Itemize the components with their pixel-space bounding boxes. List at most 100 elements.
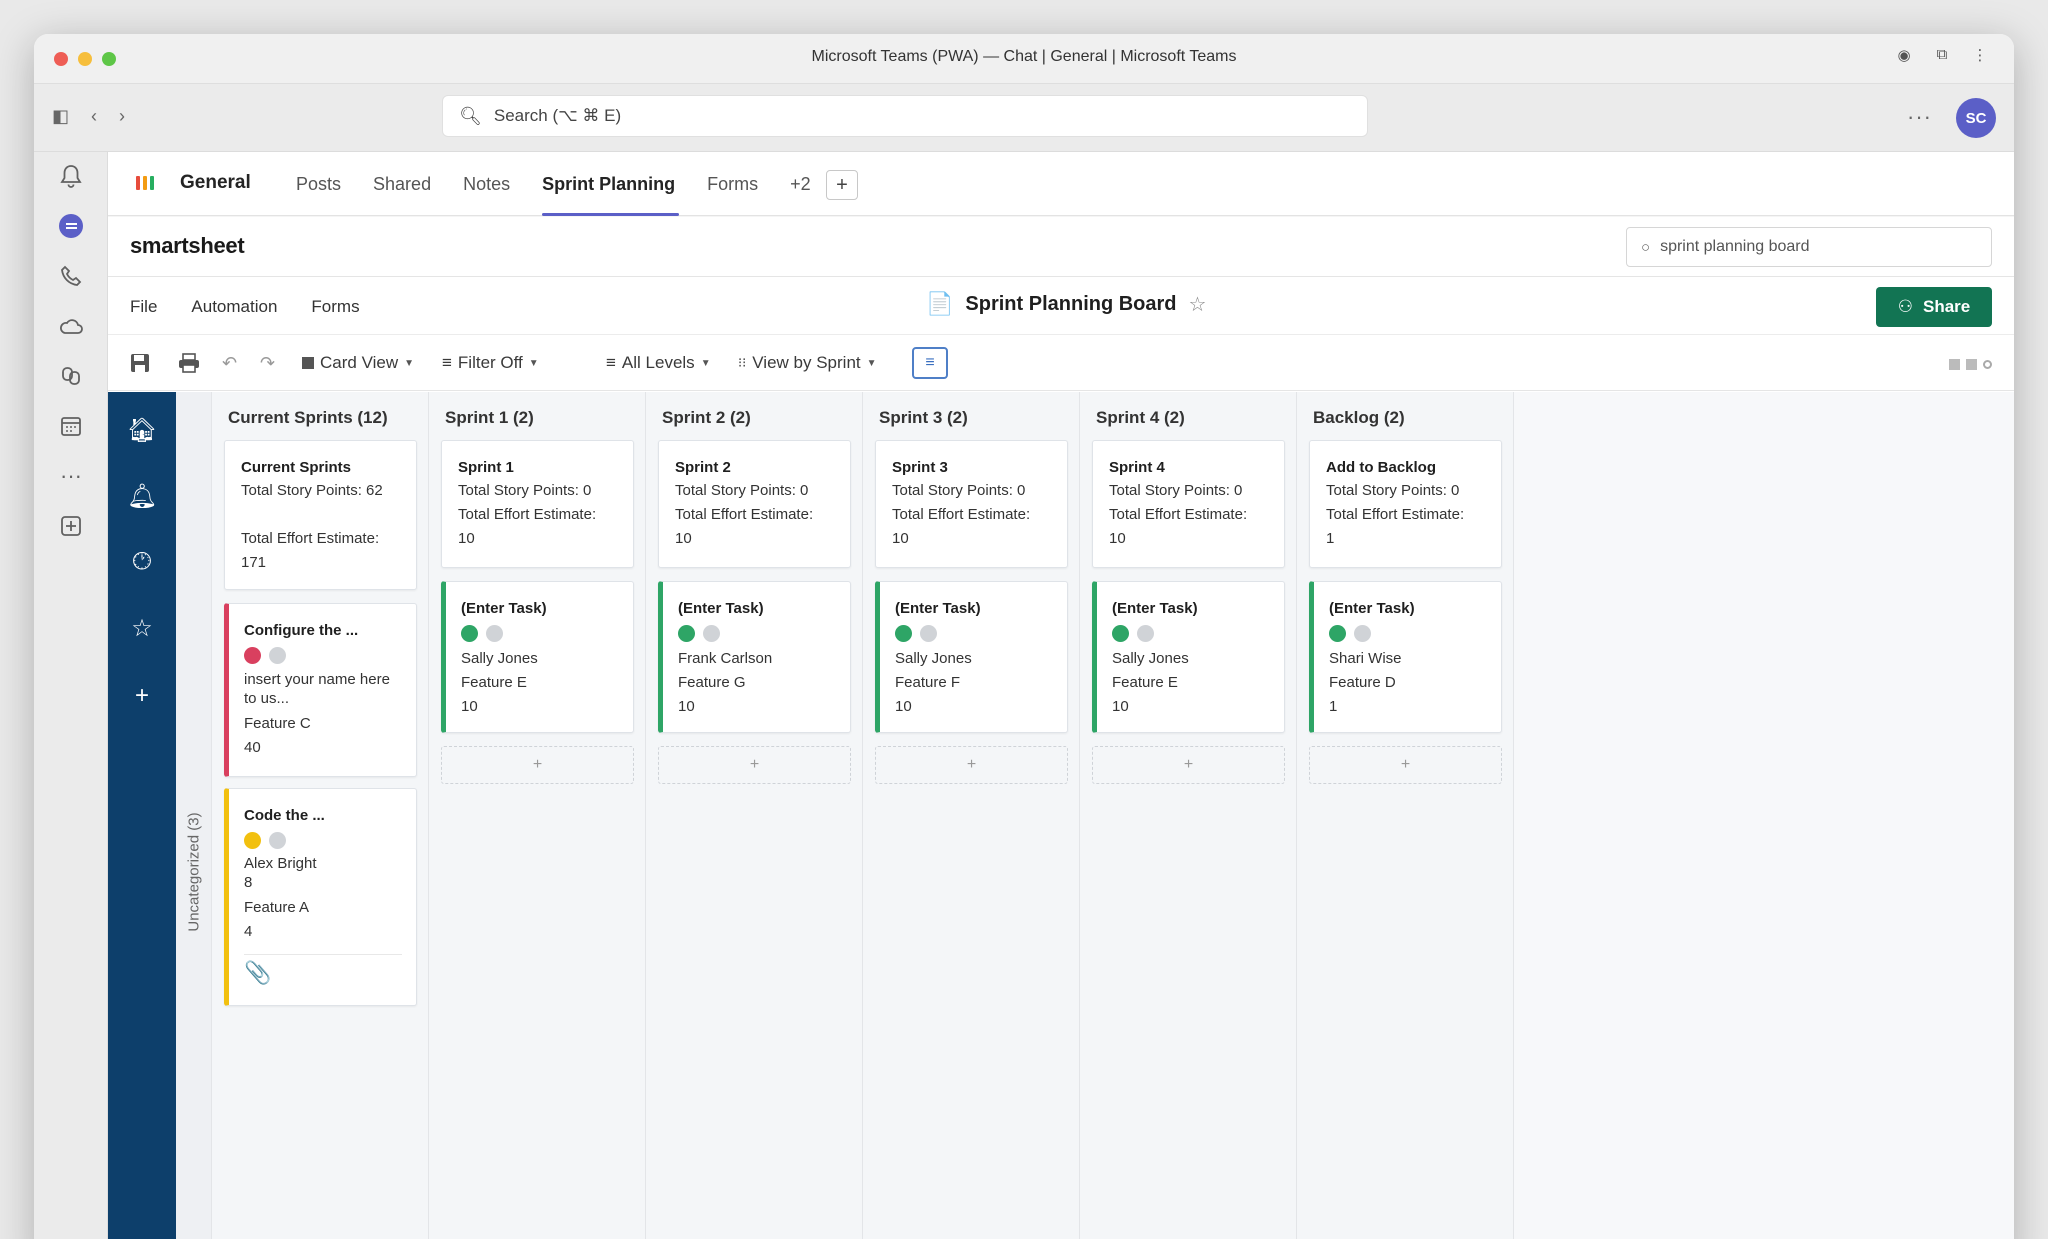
task-card[interactable]: (Enter Task) Sally Jones Feature E 10 (441, 581, 634, 733)
task-card[interactable]: (Enter Task) Frank Carlson Feature G 10 (658, 581, 851, 733)
menu-automation[interactable]: Automation (191, 297, 277, 317)
task-assignee: Frank Carlson (678, 650, 773, 667)
forward-arrow-icon[interactable]: › (119, 106, 125, 127)
tab-sprint-planning[interactable]: Sprint Planning (526, 152, 691, 216)
add-card-button[interactable]: + (441, 746, 634, 784)
tab-notes[interactable]: Notes (447, 152, 526, 216)
task-assignee: Sally Jones (1112, 650, 1189, 667)
levels-dropdown[interactable]: ≡ All Levels ▼ (606, 353, 711, 373)
notifications-bell-icon[interactable]: 🔔︎ (108, 476, 176, 516)
more-apps-icon[interactable]: ··· (34, 456, 108, 496)
onedrive-cloud-icon[interactable] (34, 306, 108, 346)
menu-forms[interactable]: Forms (311, 297, 359, 317)
task-title: (Enter Task) (1112, 600, 1198, 617)
status-indicators (244, 832, 402, 849)
lane-sprint-1: Sprint 1 (2) Sprint 1 Total Story Points… (429, 392, 646, 1239)
tab-forms[interactable]: Forms (691, 152, 774, 216)
task-card[interactable]: (Enter Task) Sally Jones Feature E 10 (1092, 581, 1285, 733)
status-grey-dot (269, 832, 286, 849)
settings-gear-icon[interactable] (1983, 360, 1992, 369)
kebab-menu-icon[interactable]: ⋮ (1970, 46, 1990, 64)
title-bar: Microsoft Teams (PWA) — Chat | General |… (34, 34, 2014, 84)
attachment-paperclip-icon[interactable]: 📎 (244, 954, 402, 989)
status-grey-dot (486, 625, 503, 642)
task-feature: Feature C (244, 715, 311, 732)
add-tab-button[interactable]: + (826, 170, 858, 200)
add-app-icon[interactable] (34, 506, 108, 546)
sheet-search-input[interactable]: ○ sprint planning board (1626, 227, 1992, 267)
task-card[interactable]: Code the ... Alex Bright 8 Feature A 4 📎 (224, 788, 417, 1006)
lane-header: Backlog (2) (1313, 408, 1405, 427)
summary-title: Sprint 3 (892, 459, 948, 476)
add-card-button[interactable]: + (658, 746, 851, 784)
share-button[interactable]: ⚇ Share (1876, 287, 1992, 327)
effort-label: Total Effort Estimate: (1326, 506, 1465, 523)
recents-clock-icon[interactable]: 🕐︎ (108, 542, 176, 582)
task-card[interactable]: Configure the ... insert your name here … (224, 603, 417, 777)
task-value: 4 (244, 923, 253, 940)
task-title: Code the ... (244, 807, 325, 824)
add-card-button[interactable]: + (1092, 746, 1285, 784)
task-value: 10 (678, 698, 695, 715)
create-plus-icon[interactable]: + (108, 676, 176, 716)
small-card-icon[interactable] (1949, 359, 1960, 370)
view-by-dropdown[interactable]: ⁝⁝ View by Sprint ▼ (738, 353, 877, 373)
task-value: 10 (895, 698, 912, 715)
summary-card[interactable]: Sprint 1 Total Story Points: 0 Total Eff… (441, 440, 634, 568)
activity-bell-icon[interactable] (34, 156, 108, 196)
more-options-icon[interactable]: ··· (1907, 104, 1932, 130)
calendar-icon[interactable] (34, 406, 108, 446)
summary-card[interactable]: Sprint 2 Total Story Points: 0 Total Eff… (658, 440, 851, 568)
compact-view-toggle-icon[interactable]: ≡ (912, 347, 948, 379)
search-bar[interactable]: 🔍︎ Search (⌥ ⌘ E) (442, 95, 1368, 137)
summary-card[interactable]: Current Sprints Total Story Points: 62 T… (224, 440, 417, 590)
large-card-icon[interactable] (1966, 359, 1977, 370)
eye-icon[interactable]: ◉ (1894, 46, 1914, 64)
lane-header: Sprint 1 (2) (445, 408, 534, 427)
card-view-dropdown[interactable]: Card View ▼ (302, 353, 414, 373)
task-card[interactable]: (Enter Task) Sally Jones Feature F 10 (875, 581, 1068, 733)
lane-header: Sprint 3 (2) (879, 408, 968, 427)
summary-card[interactable]: Add to Backlog Total Story Points: 0 Tot… (1309, 440, 1502, 568)
effort-value: 10 (1109, 530, 1126, 547)
task-value: 1 (1329, 698, 1338, 715)
back-arrow-icon[interactable]: ‹ (91, 106, 97, 127)
channel-logo-icon (136, 176, 154, 190)
menu-file[interactable]: File (130, 297, 157, 317)
favorite-star-icon[interactable]: ☆ (1189, 292, 1207, 317)
sidebar-toggle-icon[interactable]: ◧ (52, 106, 69, 127)
status-indicators (1329, 625, 1487, 642)
card-view-label: Card View (320, 353, 399, 372)
task-card[interactable]: (Enter Task) Shari Wise Feature D 1 (1309, 581, 1502, 733)
summary-card[interactable]: Sprint 3 Total Story Points: 0 Total Eff… (875, 440, 1068, 568)
status-grey-dot (1137, 625, 1154, 642)
tab-more[interactable]: +2 (774, 152, 827, 216)
chat-icon[interactable] (34, 206, 108, 246)
undo-icon[interactable]: ↶ (222, 353, 237, 374)
calls-phone-icon[interactable] (34, 256, 108, 296)
filter-dropdown[interactable]: ≡ Filter Off ▼ (442, 353, 539, 373)
summary-title: Current Sprints (241, 459, 352, 476)
search-icon: ○ (1641, 238, 1651, 256)
copilot-icon[interactable] (34, 356, 108, 396)
task-value: 40 (244, 739, 261, 756)
save-icon[interactable] (130, 353, 150, 373)
card-board: Uncategorized (3) Current Sprints (12) C… (176, 392, 2014, 1239)
print-icon[interactable] (178, 353, 200, 373)
view-size-controls[interactable] (1949, 359, 1992, 370)
summary-card[interactable]: Sprint 4 Total Story Points: 0 Total Eff… (1092, 440, 1285, 568)
status-red-dot (244, 647, 261, 664)
tab-posts[interactable]: Posts (280, 152, 357, 216)
redo-icon[interactable]: ↷ (260, 353, 275, 374)
effort-label: Total Effort Estimate: (892, 506, 1031, 523)
extension-icon[interactable]: ⧉ (1932, 46, 1952, 64)
tab-shared[interactable]: Shared (357, 152, 447, 216)
add-card-button[interactable]: + (875, 746, 1068, 784)
add-card-button[interactable]: + (1309, 746, 1502, 784)
avatar[interactable]: SC (1956, 98, 1996, 138)
favorites-star-icon[interactable]: ☆ (108, 608, 176, 648)
sheet-name: Sprint Planning Board (965, 292, 1177, 315)
home-icon[interactable]: 🏠︎ (108, 410, 176, 450)
story-points: Total Story Points: 0 (1326, 482, 1460, 499)
uncategorized-lane[interactable]: Uncategorized (3) (176, 392, 212, 1239)
